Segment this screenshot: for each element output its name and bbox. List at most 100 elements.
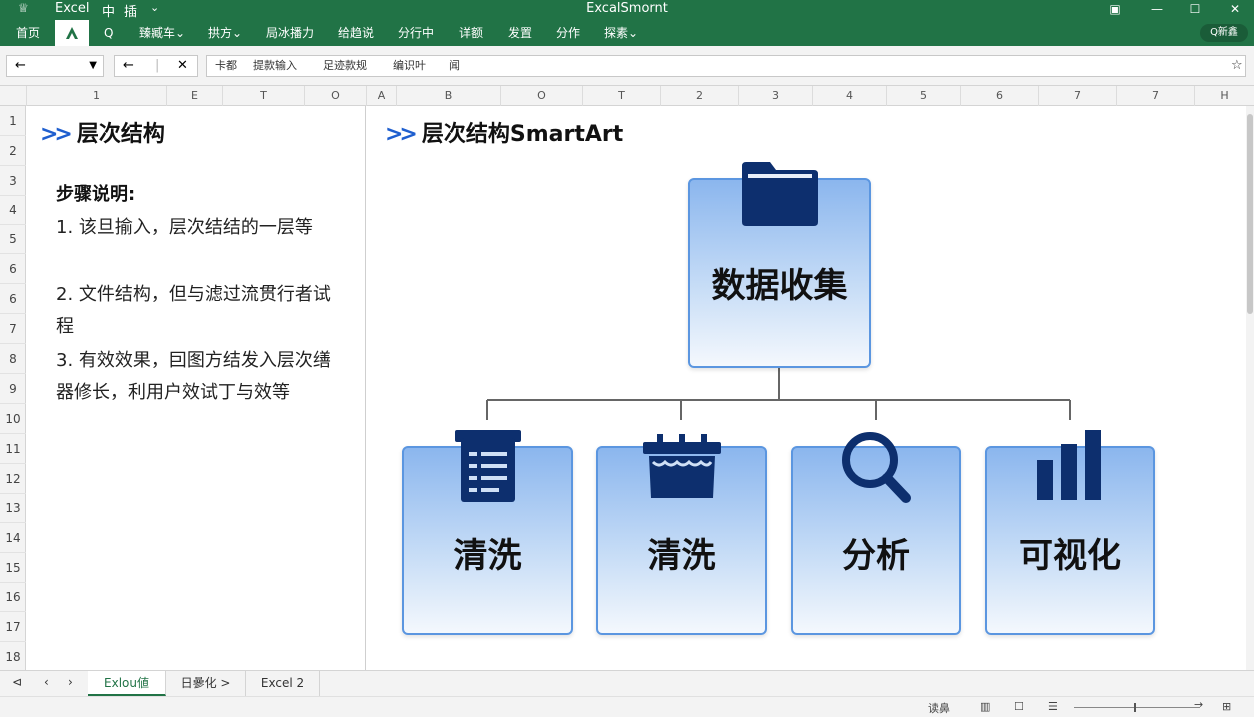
minimize-button[interactable]: —	[1144, 0, 1170, 20]
ribbon-tabs: 首页 Q 臻臧车⌄ 拱方⌄ 局冰播力 给趋说 分行中 详额 发置 分作 探素⌄ …	[0, 20, 1254, 46]
column-header[interactable]: 3	[738, 86, 812, 106]
water-tank-icon	[642, 434, 721, 498]
row-header[interactable]: 7	[0, 314, 26, 344]
column-header[interactable]: 6	[960, 86, 1038, 106]
smartart-child-node[interactable]: 分析	[791, 432, 961, 635]
bar-chart-icon	[1037, 430, 1101, 500]
tab-search[interactable]: Q	[104, 20, 113, 46]
row-header[interactable]: 11	[0, 434, 26, 464]
row-header[interactable]: 9	[0, 374, 26, 404]
column-header[interactable]: 4	[812, 86, 886, 106]
node-label: 清洗	[453, 536, 522, 576]
section-title: >> 层次结构	[40, 116, 165, 148]
column-header[interactable]: 7	[1116, 86, 1194, 106]
row-header[interactable]: 3	[0, 166, 26, 196]
row-header[interactable]: 16	[0, 582, 26, 612]
row-header[interactable]: 4	[0, 195, 26, 225]
column-header[interactable]: O	[500, 86, 582, 106]
tab-8[interactable]: 详额	[459, 20, 483, 46]
sheet-tab[interactable]: Excel 2	[246, 671, 320, 696]
tab-6[interactable]: 给趋说	[338, 20, 374, 46]
column-header[interactable]: 2	[660, 86, 738, 106]
command-1[interactable]: 卡都	[215, 56, 237, 76]
close-window-button[interactable]: ✕	[1222, 0, 1248, 20]
tab-3[interactable]: 臻臧车⌄	[139, 20, 185, 46]
command-4[interactable]: 编识叶	[393, 56, 426, 76]
magnifier-icon	[842, 432, 911, 503]
row-header[interactable]: 15	[0, 553, 26, 583]
column-header[interactable]: T	[582, 86, 660, 106]
row-header[interactable]: 1	[0, 106, 26, 136]
column-header[interactable]: B	[396, 86, 500, 106]
column-header[interactable]: 5	[886, 86, 960, 106]
page-layout-icon[interactable]: ☐	[1014, 700, 1024, 713]
row-header[interactable]: 17	[0, 612, 26, 642]
tab-7[interactable]: 分行中	[398, 20, 434, 46]
name-box[interactable]: ← ▼	[6, 55, 104, 77]
nav-controls: ← | ✕	[114, 55, 198, 77]
grid-icon[interactable]: ⊞	[1222, 700, 1231, 713]
column-headers: 1 E T O A B O T 2 3 4 5 6 7 7 H	[0, 86, 1254, 106]
back-arrow-icon[interactable]: ←	[123, 56, 134, 76]
normal-view-icon[interactable]: ▥	[980, 700, 990, 713]
zoom-in-icon[interactable]: →	[1194, 698, 1203, 711]
tab-11[interactable]: 探素⌄	[604, 20, 638, 46]
column-header[interactable]: H	[1194, 86, 1254, 106]
vertical-scrollbar[interactable]	[1246, 106, 1254, 670]
smartart-child-node[interactable]: 可视化	[985, 430, 1155, 635]
tab-4[interactable]: 拱方⌄	[208, 20, 242, 46]
command-5[interactable]: 闻	[449, 56, 460, 76]
tab-home[interactable]: 首页	[16, 20, 40, 46]
brand-a-icon	[66, 27, 78, 39]
steps-panel: >> 层次结构 步骤说明: 1. 该旦揄入，层次结结的一层等 2. 文件结构，但与…	[26, 106, 366, 670]
star-icon[interactable]: ☆	[1231, 56, 1243, 76]
sheet-first-icon[interactable]: ⊲	[12, 675, 22, 689]
command-2[interactable]: 提款输入	[253, 56, 297, 76]
row-header[interactable]: 18	[0, 642, 26, 672]
row-header[interactable]: 5	[0, 224, 26, 254]
tab-5[interactable]: 局冰播力	[266, 20, 314, 46]
row-header[interactable]: 13	[0, 493, 26, 523]
column-header[interactable]: T	[222, 86, 304, 106]
tab-9[interactable]: 发置	[508, 20, 532, 46]
close-icon[interactable]: ✕	[177, 56, 188, 76]
node-label: 可视化	[1019, 536, 1121, 576]
smartart-root-node[interactable]: 数据收集	[688, 162, 871, 368]
row-header[interactable]: 10	[0, 404, 26, 434]
tab-10[interactable]: 分作	[556, 20, 580, 46]
document-title: ExcalSmornt	[586, 1, 668, 16]
smartart-child-node[interactable]: 清洗	[402, 430, 573, 635]
node-label: 清洗	[647, 536, 716, 576]
row-header[interactable]: 2	[0, 136, 26, 166]
ribbon-search-button[interactable]: Q新鑫	[1200, 24, 1248, 42]
page-break-icon[interactable]: ☰	[1048, 700, 1058, 713]
column-header[interactable]: 7	[1038, 86, 1116, 106]
zoom-slider-knob[interactable]	[1134, 703, 1136, 712]
sheet-prev-icon[interactable]: ‹	[44, 675, 49, 689]
row-header[interactable]: 6	[0, 284, 26, 314]
zoom-slider[interactable]	[1074, 707, 1200, 708]
steps-heading: 步骤说明:	[56, 184, 136, 205]
column-header[interactable]: 1	[26, 86, 166, 106]
chevron-down-icon[interactable]: ▼	[89, 56, 97, 76]
ribbon-display-icon[interactable]: ▣	[1102, 0, 1128, 20]
column-header[interactable]: E	[166, 86, 222, 106]
column-header[interactable]: O	[304, 86, 366, 106]
smartart-child-node[interactable]: 清洗	[596, 434, 767, 635]
sheet-next-icon[interactable]: ›	[68, 675, 73, 689]
sheet-tab[interactable]: 日曑化 >	[166, 671, 246, 696]
step-item: 3. 有效效果，囙图方结发入层次缮器修长，利用户效试丁与效等	[56, 350, 331, 403]
select-all-corner[interactable]	[0, 86, 26, 106]
double-chevron-icon: >>	[40, 122, 73, 147]
status-mode: 读鼻	[928, 702, 950, 715]
row-header[interactable]: 12	[0, 464, 26, 494]
column-header[interactable]: A	[366, 86, 396, 106]
command-3[interactable]: 足迹款规	[323, 56, 367, 76]
tab-active-icon[interactable]	[55, 20, 89, 46]
sheet-tab-active[interactable]: Exlou値	[88, 671, 166, 696]
row-header[interactable]: 8	[0, 344, 26, 374]
row-header[interactable]: 6	[0, 254, 26, 284]
maximize-button[interactable]: ☐	[1182, 0, 1208, 20]
row-header[interactable]: 14	[0, 523, 26, 553]
scrollbar-thumb[interactable]	[1247, 114, 1253, 314]
